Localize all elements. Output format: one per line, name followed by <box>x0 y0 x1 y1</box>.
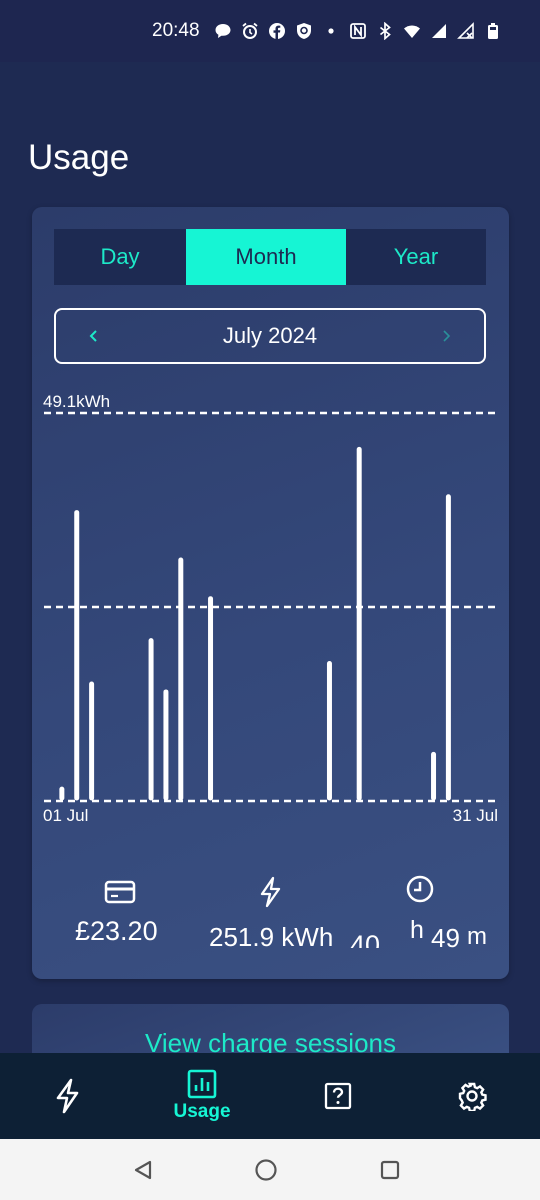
chevron-left-icon[interactable] <box>86 328 102 344</box>
tab-day[interactable]: Day <box>54 229 186 285</box>
cost-value: £23.20 <box>75 916 158 946</box>
x-start-label: 01 Jul <box>43 806 88 825</box>
tab-month[interactable]: Month <box>186 229 346 285</box>
status-icons <box>214 22 502 40</box>
period-selector: July 2024 <box>54 308 486 364</box>
chat-bubble-icon <box>215 24 231 38</box>
nav-item-usage[interactable]: Usage <box>152 1053 252 1139</box>
nav-label-usage: Usage <box>173 1101 231 1122</box>
alarm-icon <box>241 22 258 39</box>
system-nav-bar <box>0 1139 540 1200</box>
status-time: 20:48 <box>152 20 200 41</box>
chevron-right-icon[interactable] <box>438 328 454 344</box>
bar-chart-icon <box>187 1069 217 1099</box>
x-end-label: 31 Jul <box>453 806 498 825</box>
nav-item-charge[interactable] <box>17 1053 117 1139</box>
back-triangle-icon <box>134 1160 152 1180</box>
duration-minutes-unit: m <box>467 923 487 950</box>
back-button[interactable] <box>128 1155 158 1185</box>
chart-bars <box>59 446 451 801</box>
usage-card: Day Month Year July 2024 49.1kWh 01 Jul … <box>32 207 509 979</box>
usage-stats: £23.20 251.9 kWh 40 h 49 m <box>32 872 509 962</box>
battery-icon <box>487 23 498 39</box>
bluetooth-icon <box>379 22 391 40</box>
gear-icon <box>458 1082 487 1111</box>
usage-chart: 49.1kWh 01 Jul 31 Jul <box>43 392 498 825</box>
duration-hours: 40 <box>350 930 381 948</box>
lightning-icon <box>56 1078 79 1114</box>
duration-hours-unit: h <box>410 916 424 944</box>
recents-button[interactable] <box>375 1155 405 1185</box>
nfc-icon <box>349 23 366 39</box>
page-title: Usage <box>28 138 130 177</box>
shield-icon <box>296 23 311 39</box>
lightning-icon <box>258 876 282 912</box>
clock-icon <box>405 874 435 908</box>
recents-square-icon <box>380 1160 400 1180</box>
home-circle-icon <box>255 1159 277 1181</box>
home-button[interactable] <box>251 1155 281 1185</box>
signal-icon <box>431 24 446 38</box>
nav-item-settings[interactable] <box>422 1053 522 1139</box>
dot-icon <box>327 28 334 34</box>
energy-value: 251.9 kWh <box>209 922 334 952</box>
chart-max-label: 49.1kWh <box>43 392 110 411</box>
help-icon <box>324 1082 352 1110</box>
status-bar: 20:48 <box>0 0 540 62</box>
nav-item-help[interactable] <box>288 1053 388 1139</box>
period-tabs: Day Month Year <box>54 229 486 285</box>
signal-no-data-icon <box>456 22 474 39</box>
period-label: July 2024 <box>222 323 318 348</box>
bottom-nav: Usage <box>0 1053 540 1139</box>
tab-year[interactable]: Year <box>346 229 486 285</box>
facebook-icon <box>268 23 285 39</box>
duration-minutes: 49 <box>431 923 460 953</box>
wifi-icon <box>403 25 420 38</box>
card-icon <box>104 880 136 908</box>
